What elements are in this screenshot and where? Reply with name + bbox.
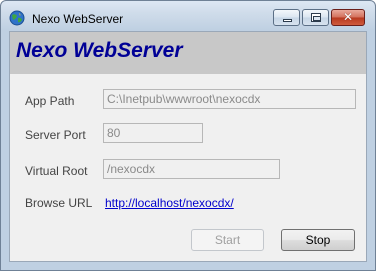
window-title: Nexo WebServer <box>32 12 124 26</box>
minimize-icon <box>283 19 292 22</box>
close-icon: ✕ <box>342 10 354 24</box>
virtual-root-label: Virtual Root <box>25 164 88 178</box>
browse-url-label: Browse URL <box>25 196 93 210</box>
maximize-button[interactable] <box>302 9 329 26</box>
start-button[interactable]: Start <box>191 229 264 251</box>
server-port-field[interactable]: 80 <box>103 123 203 143</box>
server-port-label: Server Port <box>25 128 86 142</box>
globe-app-icon <box>9 10 25 26</box>
close-button[interactable]: ✕ <box>331 9 365 26</box>
maximize-icon <box>311 13 321 22</box>
header-banner: Nexo WebServer <box>10 32 366 74</box>
app-path-field[interactable]: C:\Inetpub\wwwroot\nexocdx <box>103 89 356 109</box>
browse-url-link[interactable]: http://localhost/nexocdx/ <box>105 196 234 210</box>
title-bar[interactable]: Nexo WebServer ✕ <box>1 1 375 30</box>
virtual-root-field[interactable]: /nexocdx <box>103 159 280 179</box>
banner-title: Nexo WebServer <box>16 39 183 62</box>
client-area: Nexo WebServer App Path C:\Inetpub\wwwro… <box>9 31 367 262</box>
app-window: Nexo WebServer ✕ Nexo WebServer App Path… <box>0 0 376 271</box>
minimize-button[interactable] <box>273 9 300 26</box>
stop-button[interactable]: Stop <box>281 229 355 251</box>
app-path-label: App Path <box>25 94 75 108</box>
